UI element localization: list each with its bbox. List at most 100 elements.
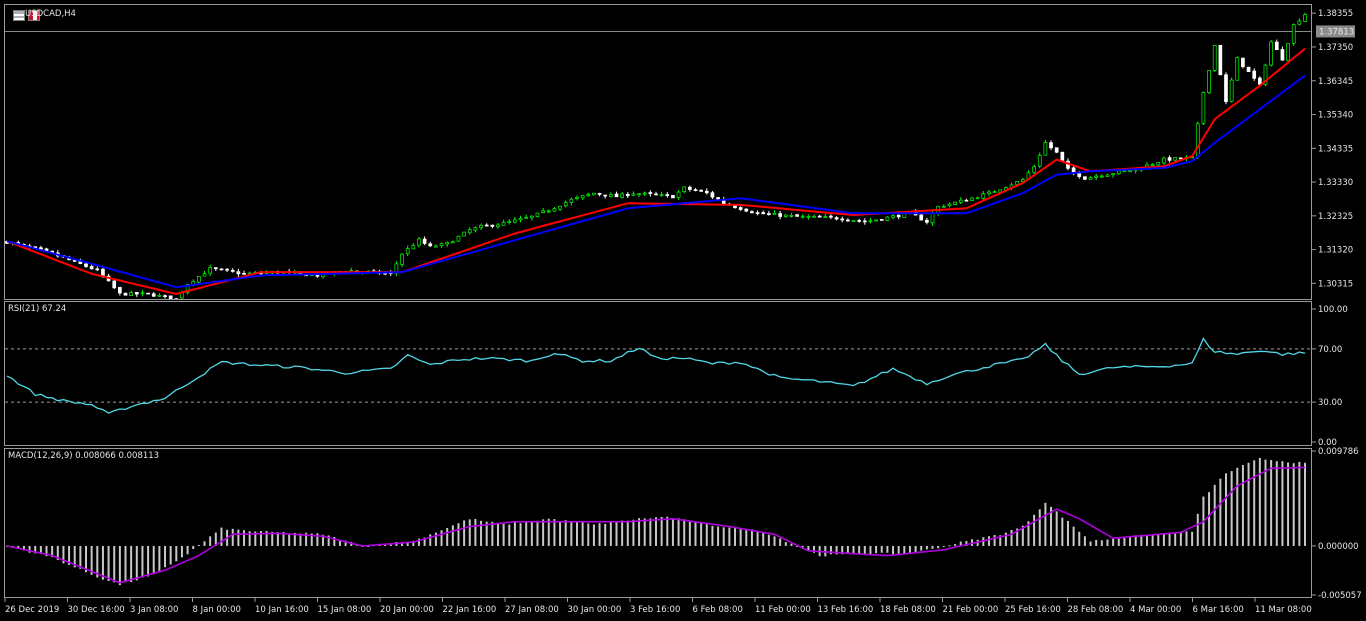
candle-body: [417, 238, 421, 246]
rsi-tick-label: 0.00: [1318, 438, 1337, 448]
macd-pane[interactable]: MACD(12,26,9) 0.008066 0.008113: [4, 448, 1312, 598]
macd-histogram-bar: [677, 518, 680, 546]
candle-body: [524, 216, 529, 219]
candle-body: [1229, 79, 1234, 102]
candle-body: [778, 213, 783, 217]
macd-histogram-bar: [790, 543, 793, 546]
candle-body: [95, 268, 100, 271]
candle-body: [462, 231, 466, 237]
candle-body: [123, 292, 128, 296]
candle-body: [230, 269, 235, 272]
time-tick-label: 11 Feb 00:00: [755, 605, 811, 615]
macd-histogram-bar: [931, 545, 934, 549]
macd-histogram-bar: [124, 545, 127, 583]
macd-histogram-bar: [547, 518, 550, 546]
macd-chart-svg[interactable]: [5, 449, 1311, 597]
macd-histogram-bar: [683, 519, 686, 546]
candle-body: [1128, 170, 1132, 173]
chart-table-icon[interactable]: [13, 10, 25, 21]
time-tick-label: 27 Jan 08:00: [505, 605, 559, 615]
macd-histogram-bar: [655, 517, 657, 546]
macd-histogram-bar: [615, 520, 618, 546]
candle-body: [1054, 147, 1059, 153]
candle-body: [665, 194, 670, 196]
candle-body: [473, 227, 478, 231]
candle-body: [862, 220, 867, 223]
price-tick-label: 1.36345: [1318, 77, 1353, 87]
candle-body: [1088, 176, 1093, 180]
candle-body: [563, 202, 568, 207]
candle-body: [631, 193, 636, 196]
candle-body: [1173, 157, 1178, 161]
macd-histogram-bar: [1264, 459, 1267, 546]
macd-histogram-bar: [463, 520, 466, 546]
macd-histogram-bar: [1185, 531, 1188, 546]
time-tick-label: 6 Mar 16:00: [1193, 605, 1244, 615]
price-chart-svg[interactable]: [5, 5, 1311, 299]
macd-histogram-bar: [1112, 538, 1115, 546]
macd-histogram-bar: [1038, 509, 1041, 546]
macd-histogram-bar: [1247, 462, 1250, 546]
candle-body: [439, 243, 444, 247]
rsi-tick-label: 30.00: [1318, 398, 1342, 408]
macd-histogram-bar: [598, 523, 601, 546]
candle-body: [772, 212, 777, 215]
candle-body: [970, 197, 974, 201]
macd-histogram-bar: [897, 545, 900, 554]
candle-body: [851, 220, 856, 222]
price-pane[interactable]: USDCAD,H4: [4, 4, 1312, 300]
candle-body: [1207, 69, 1211, 93]
candle-body: [118, 286, 122, 294]
candle-body: [981, 193, 986, 199]
macd-histogram-bar: [762, 532, 765, 546]
rsi-chart-svg[interactable]: [5, 302, 1311, 445]
candle-body: [823, 216, 828, 218]
candle-body: [1241, 57, 1245, 68]
candle-body: [422, 238, 427, 244]
candle-body: [654, 193, 658, 196]
candle-body: [738, 207, 743, 210]
macd-histogram-bar: [688, 521, 691, 546]
candle-body: [197, 275, 201, 283]
candle-body: [513, 219, 517, 223]
macd-histogram-bar: [717, 526, 720, 546]
rsi-pane[interactable]: RSI(21) 67.24: [4, 301, 1312, 446]
candle-body: [1071, 167, 1076, 173]
macd-histogram-bar: [1304, 462, 1306, 546]
macd-histogram-bar: [457, 523, 460, 546]
candle-body: [479, 225, 483, 228]
macd-histogram-bar: [705, 523, 708, 546]
candle-body: [891, 215, 895, 218]
candle-body: [1032, 166, 1036, 173]
candle-body: [879, 219, 884, 221]
macd-histogram-bar: [152, 545, 155, 575]
time-tick-label: 3 Feb 16:00: [630, 605, 680, 615]
macd-histogram-bar: [135, 545, 138, 581]
macd-histogram-bar: [638, 518, 641, 546]
symbol-label: USDCAD,H4: [25, 9, 76, 19]
candle-body: [1246, 66, 1251, 73]
price-tick-label: 1.35340: [1318, 111, 1353, 121]
macd-histogram-bar: [496, 523, 499, 546]
candle-body: [1150, 164, 1155, 166]
candle-body: [405, 248, 410, 255]
time-tick-label: 4 Mar 00:00: [1130, 605, 1181, 615]
macd-histogram-bar: [1281, 461, 1284, 546]
candle-body: [445, 242, 450, 245]
candle-body: [151, 293, 156, 297]
candle-body: [558, 205, 562, 210]
candle-body: [1094, 175, 1099, 178]
macd-histogram-bar: [451, 525, 454, 546]
candle-body: [496, 224, 500, 228]
candle-body: [541, 210, 545, 213]
candle-body: [456, 235, 461, 242]
candle-body: [575, 197, 579, 200]
time-tick-label: 30 Jan 00:00: [568, 605, 622, 615]
price-tick-label: 1.31320: [1318, 246, 1353, 256]
time-tick-label: 11 Mar 08:00: [1255, 605, 1312, 615]
macd-histogram-bar: [1044, 502, 1047, 546]
macd-histogram-bar: [130, 545, 133, 583]
macd-histogram-bar: [1230, 471, 1233, 546]
macd-histogram-bar: [446, 527, 449, 546]
macd-histogram-bar: [784, 542, 787, 546]
